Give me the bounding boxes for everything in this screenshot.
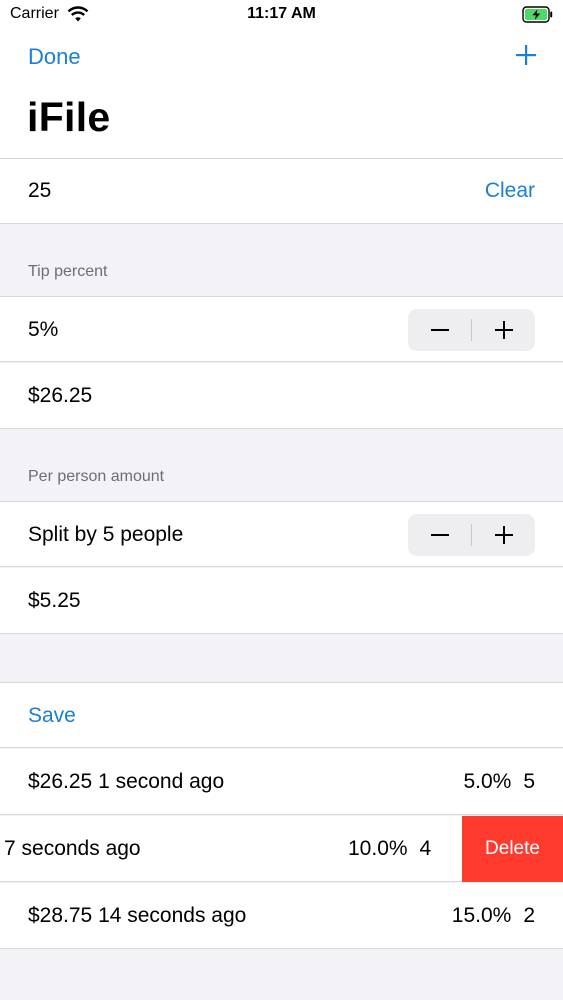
save-button[interactable]: Save: [28, 704, 76, 728]
tip-decrement-button[interactable]: [408, 309, 471, 351]
status-time: 11:17 AM: [247, 5, 316, 22]
person-section-header: Per person amount: [28, 468, 165, 485]
split-decrement-button[interactable]: [408, 514, 471, 556]
history-row-label: $28.75 14 seconds ago: [28, 904, 247, 927]
split-stepper[interactable]: [408, 514, 535, 556]
done-button[interactable]: Done: [28, 44, 81, 70]
history-row-swiped[interactable]: 7 seconds ago 10.0% 4 Delete: [0, 816, 563, 882]
history-row-percent: 10.0%: [348, 837, 408, 860]
history-row-people: 5: [523, 770, 535, 793]
tip-section-header: Tip percent: [28, 263, 108, 280]
tip-increment-button[interactable]: [472, 309, 535, 351]
navigation-bar: Done iFile: [0, 30, 563, 158]
tip-total-cell: $26.25: [0, 363, 563, 429]
history-row[interactable]: $26.25 1 second ago 5.0% 5: [0, 749, 563, 815]
history-row-label: $26.25 1 second ago: [28, 770, 225, 793]
app-screen: Carrier 11:17 AM Done iFile 25 Clear Tip…: [0, 0, 563, 1000]
clear-button[interactable]: Clear: [485, 179, 535, 203]
history-row-details: 5.0% 5: [463, 770, 535, 794]
minus-icon: [430, 329, 449, 331]
history-row-percent: 5.0%: [463, 770, 512, 793]
plus-icon: [494, 321, 513, 339]
history-row-people: 2: [523, 904, 535, 927]
history-row[interactable]: $28.75 14 seconds ago 15.0% 2: [0, 883, 563, 949]
split-increment-button[interactable]: [472, 514, 535, 556]
split-label: Split by 5 people: [28, 523, 184, 546]
tip-percent-value: 5%: [28, 318, 59, 341]
page-title: iFile: [27, 94, 111, 140]
tip-percent-stepper[interactable]: [408, 309, 535, 351]
split-cell: Split by 5 people: [0, 501, 563, 567]
amount-cell[interactable]: 25 Clear: [0, 158, 563, 224]
per-person-cell: $5.25: [0, 568, 563, 634]
delete-button[interactable]: Delete: [462, 816, 563, 882]
minus-icon: [430, 534, 449, 536]
status-bar: Carrier 11:17 AM: [0, 0, 563, 30]
history-row-percent: 15.0%: [451, 904, 512, 927]
plus-icon: [494, 526, 513, 544]
history-row-label: 7 seconds ago: [4, 837, 141, 860]
per-person-value: $5.25: [28, 589, 81, 612]
tip-total-value: $26.25: [28, 384, 93, 407]
tip-percent-cell: 5%: [0, 296, 563, 362]
plus-icon[interactable]: [515, 44, 537, 66]
history-row-people: 4: [419, 837, 432, 860]
amount-field[interactable]: 25: [28, 179, 51, 203]
history-row-details: 15.0% 2: [452, 904, 535, 928]
history-row-details: 10.0% 4: [348, 837, 431, 861]
save-cell[interactable]: Save: [0, 682, 563, 748]
battery-charging-icon: [522, 6, 553, 23]
